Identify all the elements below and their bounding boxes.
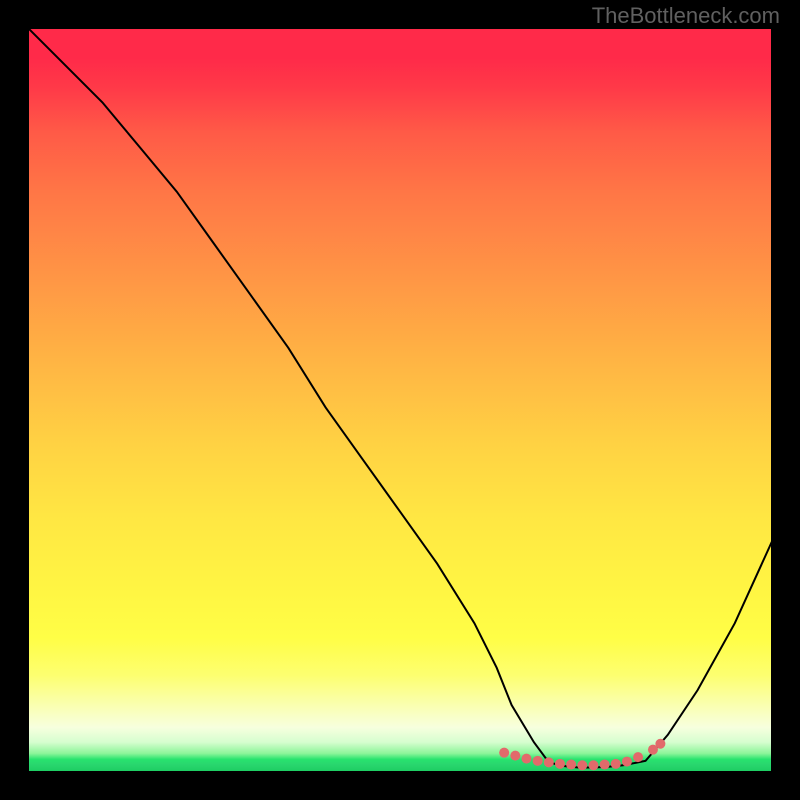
marker-dot xyxy=(533,756,543,766)
curve-markers-right xyxy=(648,739,665,755)
marker-dot xyxy=(588,760,598,770)
curve-layer xyxy=(28,28,772,772)
marker-dot xyxy=(544,757,554,767)
marker-dot xyxy=(566,760,576,770)
marker-dot xyxy=(577,760,587,770)
marker-dot xyxy=(510,751,520,761)
bottleneck-curve xyxy=(28,28,772,768)
marker-dot xyxy=(499,748,509,758)
marker-dot xyxy=(633,752,643,762)
marker-dot xyxy=(655,739,665,749)
attribution-text: TheBottleneck.com xyxy=(592,3,780,29)
curve-markers xyxy=(499,748,643,771)
marker-dot xyxy=(555,759,565,769)
marker-dot xyxy=(622,757,632,767)
marker-dot xyxy=(611,759,621,769)
plot-area xyxy=(28,28,772,772)
chart-root: TheBottleneck.com xyxy=(0,0,800,800)
marker-dot xyxy=(600,760,610,770)
marker-dot xyxy=(521,754,531,764)
